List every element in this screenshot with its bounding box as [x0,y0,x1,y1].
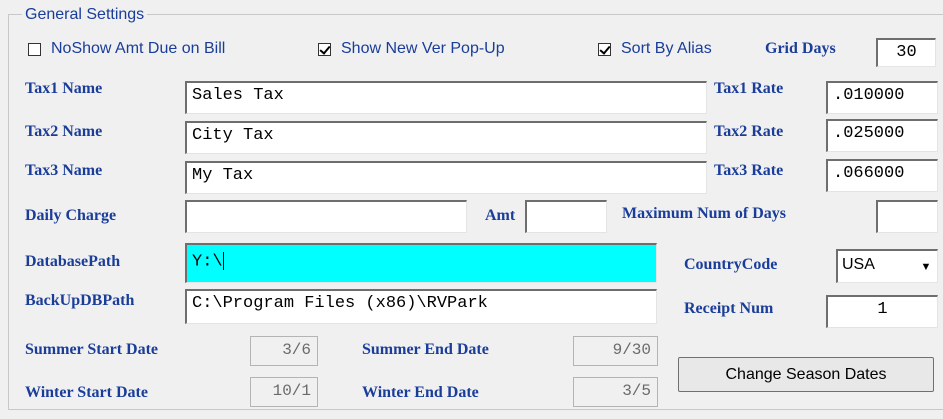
daily-charge-input[interactable] [185,200,467,233]
tax1-name-label: Tax1 Name [25,80,103,97]
tax2-rate-input[interactable]: .025000 [826,119,938,152]
amt-input[interactable] [525,200,607,233]
summer-end-date-field[interactable]: 9/30 [573,336,658,366]
sort-by-alias-checkbox[interactable]: Sort By Alias [598,40,712,58]
max-num-days-label: Maximum Num of Days [622,205,786,222]
checkbox-checked-icon [318,42,331,56]
summer-start-date-field[interactable]: 3/6 [250,336,318,366]
tax1-name-input[interactable]: Sales Tax [185,81,707,114]
tax3-name-input[interactable]: My Tax [185,161,707,194]
summer-start-date-label: Summer Start Date [25,341,159,358]
winter-end-date-label: Winter End Date [362,384,479,401]
database-path-input[interactable]: Y:\ [185,243,657,283]
winter-start-date-field[interactable]: 10/1 [250,377,318,407]
database-path-label: DatabasePath [25,253,121,270]
general-settings-title: General Settings [22,6,148,24]
summer-end-date-label: Summer End Date [362,341,489,358]
country-code-value: USA [842,256,875,273]
tax2-name-input[interactable]: City Tax [185,121,707,154]
country-code-select[interactable]: USA ▼ [836,249,938,283]
tax1-rate-input[interactable]: .010000 [826,81,938,114]
tax3-rate-label: Tax3 Rate [714,162,784,179]
change-season-dates-button[interactable]: Change Season Dates [678,357,934,392]
database-path-value: Y:\ [192,252,223,272]
backup-db-path-label: BackUpDBPath [25,292,135,309]
tax1-rate-label: Tax1 Rate [714,80,784,97]
noshow-amt-due-label: NoShow Amt Due on Bill [51,40,226,57]
chevron-down-icon[interactable]: ▼ [915,251,937,282]
tax3-name-label: Tax3 Name [25,162,103,179]
tax2-rate-label: Tax2 Rate [714,123,784,140]
max-num-days-input[interactable] [876,200,938,233]
show-new-ver-popup-checkbox[interactable]: Show New Ver Pop-Up [318,40,505,58]
sort-by-alias-label: Sort By Alias [621,40,712,57]
winter-start-date-label: Winter Start Date [25,384,148,401]
receipt-num-input[interactable]: 1 [826,295,938,328]
tax3-rate-input[interactable]: .066000 [826,159,938,192]
receipt-num-label: Receipt Num [684,300,774,317]
backup-db-path-input[interactable]: C:\Program Files (x86)\RVPark [185,289,657,324]
grid-days-input[interactable]: 30 [876,38,936,67]
checkbox-checked-icon [598,42,611,56]
amt-label: Amt [485,207,516,224]
checkbox-unchecked-icon [28,42,41,56]
daily-charge-label: Daily Charge [25,207,117,224]
grid-days-label: Grid Days [765,40,836,57]
country-code-label: CountryCode [684,256,778,273]
noshow-amt-due-checkbox[interactable]: NoShow Amt Due on Bill [28,40,225,58]
winter-end-date-field[interactable]: 3/5 [573,377,658,407]
tax2-name-label: Tax2 Name [25,123,103,140]
show-new-ver-popup-label: Show New Ver Pop-Up [341,40,505,57]
text-caret [222,252,224,270]
